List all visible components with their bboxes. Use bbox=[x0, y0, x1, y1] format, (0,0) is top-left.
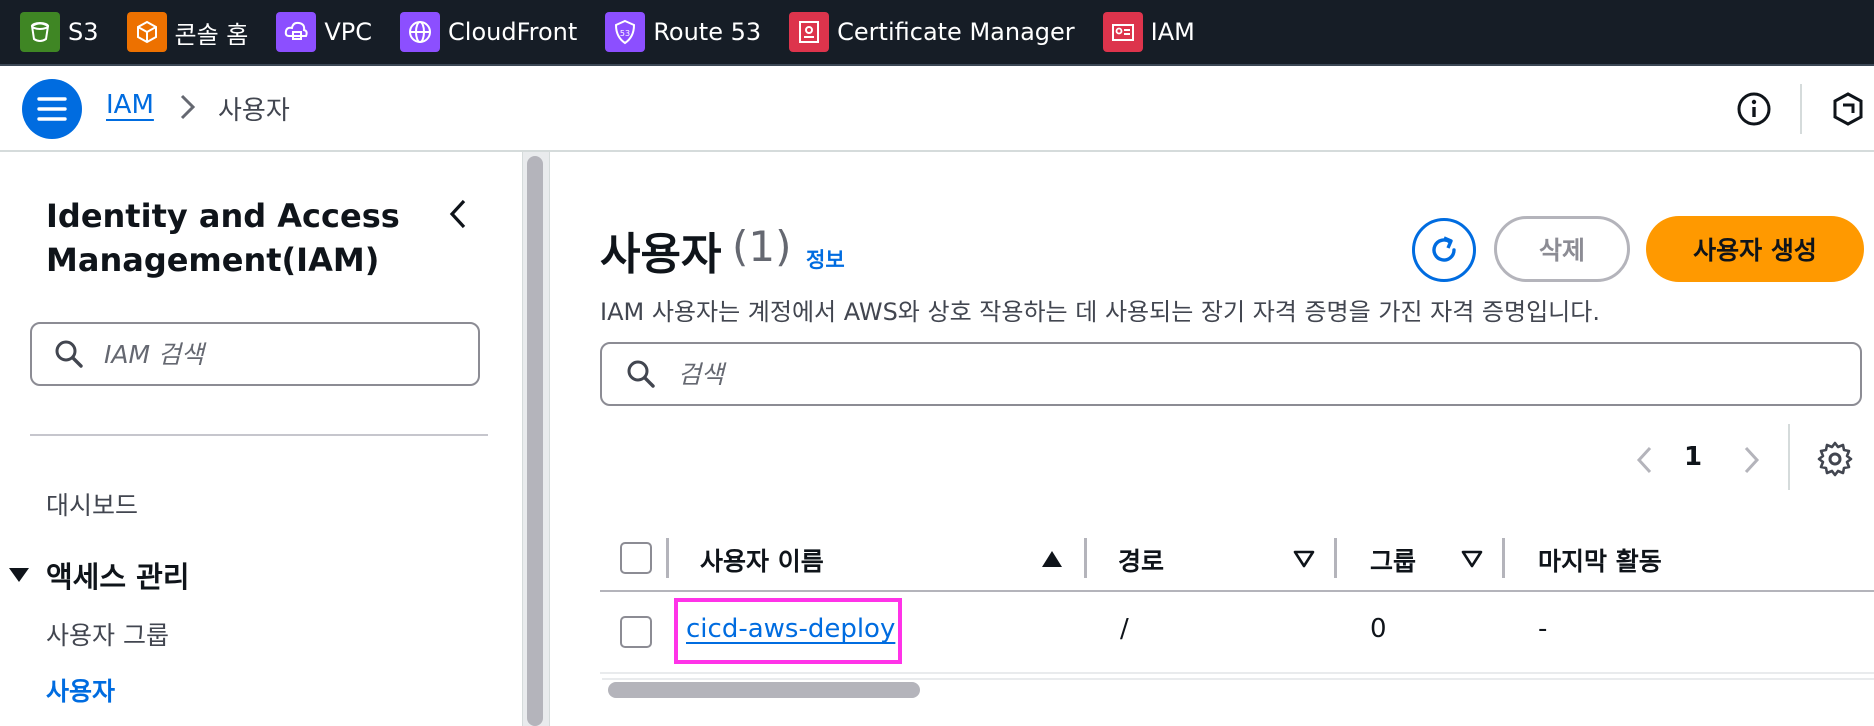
favorite-label: Route 53 bbox=[653, 18, 762, 46]
main-content: 사용자 (1) 정보 삭제 사용자 생성 IAM 사용자는 계정에서 AWS와 … bbox=[552, 152, 1874, 726]
refresh-button[interactable] bbox=[1412, 218, 1476, 282]
header-divider bbox=[1800, 84, 1802, 134]
favorite-console-home[interactable]: 콘솔 홈 bbox=[126, 12, 249, 52]
search-icon bbox=[627, 360, 655, 388]
user-name-link[interactable]: cicd-aws-deploy bbox=[686, 614, 895, 644]
sidebar-search-input[interactable] bbox=[104, 339, 464, 369]
breadcrumb-iam-link[interactable]: IAM bbox=[106, 90, 154, 120]
column-divider bbox=[666, 538, 669, 578]
favorite-s3[interactable]: S3 bbox=[20, 12, 99, 52]
caret-down-icon bbox=[9, 568, 29, 582]
refresh-icon bbox=[1432, 236, 1456, 262]
sidebar-item-user-groups[interactable]: 사용자 그룹 bbox=[46, 616, 169, 652]
user-search-input[interactable] bbox=[678, 359, 1778, 389]
page-number[interactable]: 1 bbox=[1684, 442, 1702, 472]
info-icon[interactable] bbox=[1736, 91, 1772, 127]
table-header-row: 사용자 이름 경로 그룹 마지막 활동 bbox=[600, 526, 1874, 592]
console-home-icon bbox=[126, 12, 167, 52]
favorites-bar: S3 콘솔 홈 VPC CloudFront 53 Route 53 Certi… bbox=[0, 0, 1874, 66]
column-divider[interactable] bbox=[1502, 538, 1505, 578]
favorite-vpc[interactable]: VPC bbox=[276, 12, 372, 52]
favorite-label: Certificate Manager bbox=[837, 18, 1075, 46]
sort-unsorted-icon[interactable] bbox=[1460, 548, 1484, 570]
favorite-route53[interactable]: 53 Route 53 bbox=[605, 12, 761, 52]
sort-ascending-icon[interactable] bbox=[1040, 548, 1064, 570]
search-icon bbox=[55, 340, 83, 368]
hamburger-icon bbox=[37, 97, 67, 121]
user-groups-cell: 0 bbox=[1370, 614, 1387, 644]
s3-icon bbox=[20, 12, 60, 52]
collapse-sidebar-icon[interactable] bbox=[444, 196, 474, 232]
menu-button[interactable] bbox=[22, 79, 82, 139]
user-count: (1) bbox=[732, 222, 792, 271]
side-navigation: Identity and Access Management(IAM) 대시보드… bbox=[0, 152, 522, 726]
sidebar-section-label: 액세스 관리 bbox=[46, 560, 190, 594]
vpc-icon bbox=[276, 12, 317, 52]
user-path-cell: / bbox=[1120, 614, 1129, 644]
select-all-checkbox[interactable] bbox=[620, 542, 652, 574]
favorite-label: S3 bbox=[68, 18, 99, 46]
info-link[interactable]: 정보 bbox=[806, 244, 845, 274]
user-search[interactable] bbox=[600, 342, 1862, 406]
column-header-user-name[interactable]: 사용자 이름 bbox=[700, 542, 824, 578]
column-header-groups[interactable]: 그룹 bbox=[1370, 542, 1416, 578]
delete-button[interactable]: 삭제 bbox=[1494, 216, 1630, 282]
sidebar-section-access-management[interactable]: 액세스 관리 bbox=[8, 554, 190, 596]
column-header-path[interactable]: 경로 bbox=[1118, 542, 1164, 578]
svg-text:53: 53 bbox=[620, 29, 630, 38]
sort-unsorted-icon[interactable] bbox=[1292, 548, 1316, 570]
chevron-right-icon bbox=[180, 94, 196, 120]
sidebar-search[interactable] bbox=[30, 322, 480, 386]
page-description: IAM 사용자는 계정에서 AWS와 상호 작용하는 데 사용되는 장기 자격 … bbox=[600, 298, 1600, 326]
favorite-iam[interactable]: IAM bbox=[1102, 12, 1195, 52]
sidebar-item-users[interactable]: 사용자 bbox=[46, 672, 115, 708]
gear-icon[interactable] bbox=[1816, 440, 1854, 478]
breadcrumb-current: 사용자 bbox=[218, 96, 290, 126]
settings-hex-icon[interactable] bbox=[1830, 91, 1866, 127]
column-divider[interactable] bbox=[1334, 538, 1337, 578]
cloudfront-icon bbox=[400, 12, 441, 52]
favorite-label: 콘솔 홈 bbox=[174, 20, 249, 49]
column-header-last-activity[interactable]: 마지막 활동 bbox=[1538, 542, 1662, 578]
pagination-divider bbox=[1788, 424, 1790, 490]
favorite-label: IAM bbox=[1150, 18, 1195, 46]
table-horizontal-scrollbar[interactable] bbox=[608, 682, 920, 698]
page-title: 사용자 bbox=[600, 229, 722, 280]
user-last-activity-cell: - bbox=[1538, 614, 1548, 644]
row-checkbox[interactable] bbox=[620, 616, 652, 648]
sidebar-divider bbox=[30, 434, 488, 436]
table-row: cicd-aws-deploy / 0 - bbox=[600, 592, 1874, 674]
route53-icon: 53 bbox=[605, 12, 646, 52]
create-user-button[interactable]: 사용자 생성 bbox=[1646, 216, 1864, 282]
favorite-certificate-manager[interactable]: Certificate Manager bbox=[789, 12, 1075, 52]
favorite-cloudfront[interactable]: CloudFront bbox=[400, 12, 577, 52]
previous-page-icon[interactable] bbox=[1632, 442, 1658, 478]
sidebar-scrollbar[interactable] bbox=[527, 156, 543, 726]
certificate-manager-icon bbox=[789, 12, 830, 52]
iam-icon bbox=[1102, 12, 1143, 52]
column-divider[interactable] bbox=[1084, 538, 1087, 578]
users-table: 사용자 이름 경로 그룹 마지막 활동 cicd-aws-deploy / 0 … bbox=[600, 526, 1874, 674]
favorite-label: CloudFront bbox=[448, 18, 578, 46]
side-nav-title: Identity and Access Management(IAM) bbox=[46, 197, 400, 279]
favorite-label: VPC bbox=[324, 18, 373, 46]
console-header: IAM 사용자 bbox=[0, 66, 1874, 152]
sidebar-item-dashboard[interactable]: 대시보드 bbox=[46, 486, 138, 522]
next-page-icon[interactable] bbox=[1738, 442, 1764, 478]
